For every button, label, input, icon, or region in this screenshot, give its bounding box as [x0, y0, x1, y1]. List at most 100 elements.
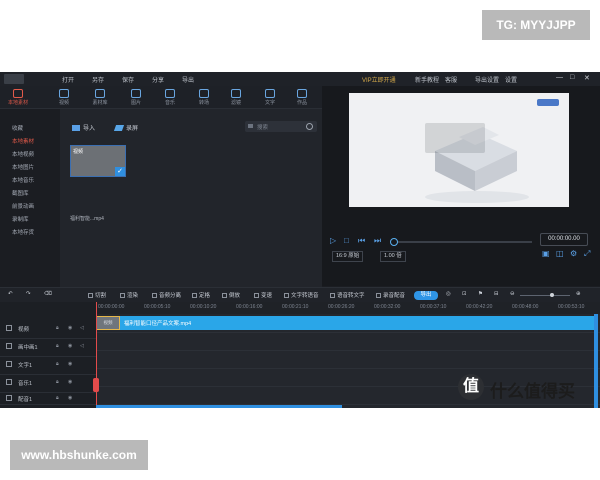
- sidebar-item-local-media[interactable]: 本地素材: [2, 137, 58, 147]
- tab-image[interactable]: 图片: [122, 88, 150, 108]
- text-icon: [265, 89, 275, 98]
- freeze-button[interactable]: 定格: [192, 291, 210, 299]
- next-frame-icon[interactable]: ⏭: [374, 236, 381, 246]
- sidebar-item-local-music[interactable]: 本地音乐: [2, 176, 58, 186]
- stt-icon: [330, 293, 335, 299]
- reverse-button[interactable]: 倒放: [222, 291, 240, 299]
- record-button[interactable]: 录屏: [113, 123, 138, 132]
- tts-icon: [284, 293, 289, 299]
- search-icon[interactable]: [306, 123, 313, 130]
- snap-icon[interactable]: ◎: [446, 291, 451, 297]
- ruler-tick: 00:00:37:10: [420, 304, 447, 310]
- tab-works[interactable]: 作品: [288, 88, 316, 108]
- aspect-ratio-select[interactable]: 16:9 原始: [332, 251, 364, 262]
- seek-knob[interactable]: [390, 238, 398, 246]
- snapshot-icon[interactable]: ▣: [542, 249, 550, 258]
- minimize-icon[interactable]: —: [556, 74, 563, 81]
- vip-link[interactable]: VIP立即开通: [362, 75, 396, 84]
- sidebar-item-screenshots[interactable]: 截图库: [2, 189, 58, 199]
- speed-select[interactable]: 1.00 倍: [380, 251, 406, 262]
- lock-icon[interactable]: 🔒︎: [56, 325, 59, 331]
- magnet-icon[interactable]: ⊡: [462, 291, 467, 297]
- menu-share[interactable]: 分享: [152, 75, 182, 84]
- sidebar-item-foreground[interactable]: 前景动画: [2, 202, 58, 212]
- eye-icon[interactable]: ◉: [68, 361, 72, 367]
- settings-icon[interactable]: ⚙: [570, 249, 577, 258]
- media-type-tag: 视频: [73, 149, 84, 155]
- zoom-in-icon[interactable]: ⊕: [576, 291, 581, 297]
- sidebar-item-local-image[interactable]: 本地图片: [2, 163, 58, 173]
- menu-save[interactable]: 保存: [122, 75, 152, 84]
- lock-icon[interactable]: 🔒︎: [56, 361, 59, 367]
- menu-tutorial[interactable]: 新手教程: [415, 75, 445, 84]
- menu-support[interactable]: 客服: [445, 75, 475, 84]
- tts-button[interactable]: 文字转语音: [284, 291, 319, 299]
- import-button[interactable]: 导入: [72, 123, 95, 132]
- maximize-icon[interactable]: □: [570, 74, 574, 81]
- menu-save-as[interactable]: 另存: [92, 75, 122, 84]
- sidebar-item-local-video[interactable]: 本地视频: [2, 150, 58, 160]
- sidebar-item-local-stock[interactable]: 本地存货: [2, 228, 58, 238]
- menu-export[interactable]: 导出: [182, 75, 212, 84]
- volume-icon[interactable]: ◫: [556, 249, 564, 258]
- marker-icon[interactable]: ⚑: [478, 291, 483, 297]
- track-text[interactable]: 文字1 🔒︎ ◉: [0, 356, 96, 375]
- search-input[interactable]: 搜索: [245, 121, 317, 132]
- stt-button[interactable]: 语音转文字: [330, 291, 365, 299]
- tab-text[interactable]: 文字: [256, 88, 284, 108]
- audio-split-button[interactable]: 音频分离: [152, 291, 181, 299]
- delete-icon[interactable]: ⌫: [44, 291, 52, 297]
- zoom-knob[interactable]: [550, 293, 554, 297]
- render-icon: [120, 293, 125, 299]
- top-menu: 打开 另存 保存 分享 导出: [62, 75, 212, 84]
- playhead-handle[interactable]: [93, 378, 99, 392]
- video-editor-window: 打开 另存 保存 分享 导出 VIP立即开通 新手教程 客服 导出设置 设置 —…: [0, 72, 600, 408]
- media-thumbnail[interactable]: 视频 ✓: [70, 145, 126, 177]
- zoom-slider[interactable]: [520, 293, 570, 297]
- mute-icon[interactable]: ◁: [80, 325, 84, 331]
- menu-open[interactable]: 打开: [62, 75, 92, 84]
- video-clip[interactable]: 视频 福利智能口径产品文案.mp4: [96, 316, 598, 330]
- tab-local-media[interactable]: 本地素材: [4, 88, 32, 108]
- eye-icon[interactable]: ◉: [68, 379, 72, 385]
- undo-icon[interactable]: ↶: [8, 291, 13, 297]
- speed-button[interactable]: 变速: [254, 291, 272, 299]
- prev-frame-icon[interactable]: ⏮: [358, 236, 365, 246]
- lock-icon[interactable]: 🔒︎: [56, 379, 59, 385]
- stop-icon[interactable]: □: [344, 236, 349, 245]
- tab-music[interactable]: 音乐: [156, 88, 184, 108]
- redo-icon[interactable]: ↷: [26, 291, 31, 297]
- track-video[interactable]: 视频 🔒︎ ◉ ◁: [0, 320, 96, 339]
- track-voiceover[interactable]: 配音1 🔒︎ ◉: [0, 390, 96, 405]
- voiceover-button[interactable]: 录音配音: [376, 291, 405, 299]
- lock-icon[interactable]: 🔒︎: [56, 343, 59, 349]
- cut-button[interactable]: 切割: [88, 291, 106, 299]
- menu-settings[interactable]: 设置: [505, 75, 535, 84]
- export-button[interactable]: 导出: [414, 291, 438, 300]
- eye-icon[interactable]: ◉: [68, 325, 72, 331]
- menu-export-settings[interactable]: 导出设置: [475, 75, 505, 84]
- track-pip[interactable]: 画中画1 🔒︎ ◉ ◁: [0, 338, 96, 357]
- clip-thumbnail: 视频: [96, 316, 120, 330]
- tab-transition[interactable]: 转场: [190, 88, 218, 108]
- lock-icon[interactable]: 🔒︎: [56, 395, 59, 401]
- close-icon[interactable]: ✕: [584, 74, 590, 82]
- fit-icon[interactable]: ⊟: [494, 291, 499, 297]
- eye-icon[interactable]: ◉: [68, 343, 72, 349]
- zoom-out-icon[interactable]: ⊖: [510, 291, 515, 297]
- fullscreen-icon[interactable]: ⤢: [584, 249, 590, 259]
- sidebar-item-favorites[interactable]: 收藏: [2, 124, 58, 134]
- play-icon[interactable]: ▷: [330, 236, 336, 245]
- eye-icon[interactable]: ◉: [68, 395, 72, 401]
- tab-filter[interactable]: 滤镜: [222, 88, 250, 108]
- mute-icon[interactable]: ◁: [80, 343, 84, 349]
- playhead[interactable]: [93, 302, 99, 408]
- tab-video[interactable]: 视频: [50, 88, 78, 108]
- sidebar-item-recordings[interactable]: 录制库: [2, 215, 58, 225]
- horizontal-scrollbar[interactable]: [96, 405, 342, 408]
- vertical-scrollbar[interactable]: [594, 314, 598, 408]
- freeze-icon: [192, 293, 197, 299]
- render-button[interactable]: 渲染: [120, 291, 138, 299]
- seek-bar[interactable]: [390, 238, 532, 246]
- tab-material-library[interactable]: 素材库: [86, 88, 114, 108]
